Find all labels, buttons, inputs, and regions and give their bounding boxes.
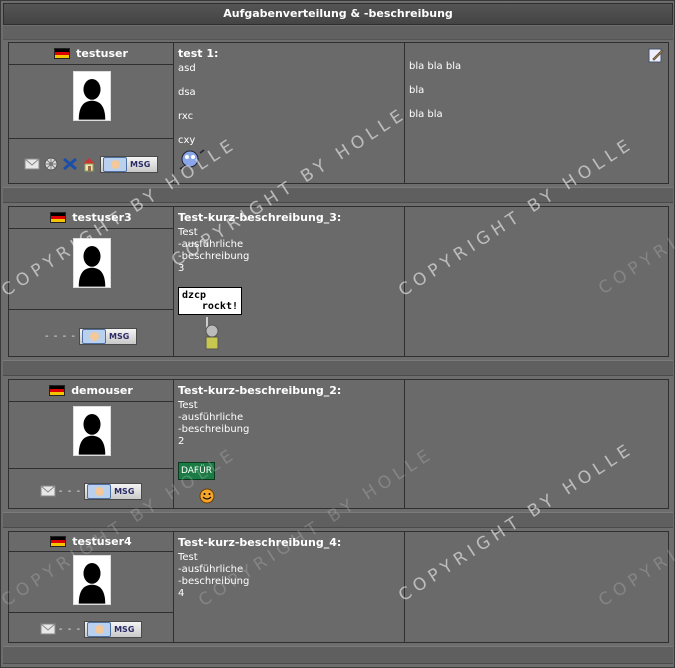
username[interactable]: testuser xyxy=(76,47,128,60)
task-title: test 1: xyxy=(178,47,219,60)
task-row-3: demouser - - - MSG Test-kurz-beschreibun… xyxy=(8,379,669,509)
user-cell: testuser3 - - - - MSG xyxy=(9,207,174,356)
extra-cell xyxy=(405,207,668,356)
user-header: demouser xyxy=(9,380,173,402)
task-line: Test xyxy=(178,552,198,563)
user-header: testuser3 xyxy=(9,207,173,229)
dafuer-sign-smiley: DAFÜR xyxy=(178,462,215,480)
task-line: 2 xyxy=(178,436,185,447)
msg-avatar-icon xyxy=(87,483,112,499)
description-cell: Test-kurz-beschreibung_3: Test -ausführl… xyxy=(174,207,405,356)
msg-button[interactable]: MSG xyxy=(84,482,143,500)
german-flag-icon xyxy=(50,536,67,547)
task-line: rxc xyxy=(178,111,194,122)
task-title: Test-kurz-beschreibung_4: xyxy=(178,536,342,549)
home-icon[interactable] xyxy=(81,156,97,172)
footer-bar xyxy=(3,646,673,664)
msg-avatar-icon xyxy=(87,621,112,637)
username[interactable]: testuser3 xyxy=(72,211,131,224)
task-line: -beschreibung xyxy=(178,576,250,587)
page-title: Aufgabenverteilung & -beschreibung xyxy=(3,3,673,25)
msg-button[interactable]: MSG xyxy=(84,620,143,638)
title-gap xyxy=(3,26,673,40)
german-flag-icon xyxy=(50,212,67,223)
no-contact-placeholder: - - - - xyxy=(45,330,76,342)
msg-button[interactable]: MSG xyxy=(100,155,158,173)
task-line: -ausführliche xyxy=(178,239,244,250)
row-separator xyxy=(3,360,673,376)
extra-line: bla bla xyxy=(409,109,443,120)
description-cell: Test-kurz-beschreibung_4: Test -ausführl… xyxy=(174,532,405,642)
contact-icons: MSG xyxy=(9,153,173,175)
user-header: testuser4 xyxy=(9,532,173,552)
no-contact-placeholder: - - - xyxy=(58,623,82,635)
main-frame: Aufgabenverteilung & -beschreibung testu… xyxy=(0,0,675,668)
no-contact-placeholder: - - - xyxy=(58,485,82,497)
avatar[interactable] xyxy=(73,555,111,605)
avatar-area xyxy=(9,66,173,139)
avatar-area xyxy=(9,403,173,469)
task-line: dsa xyxy=(178,87,196,98)
icq-icon[interactable] xyxy=(43,156,59,172)
task-line: -beschreibung xyxy=(178,424,250,435)
task-row-1: testuser MSG test 1: asd dsa rxc cxy bla… xyxy=(8,42,669,184)
contact-icons: - - - MSG xyxy=(9,618,173,640)
task-line: 3 xyxy=(178,263,185,274)
user-header: testuser xyxy=(9,43,173,65)
msg-button[interactable]: MSG xyxy=(78,327,137,345)
extra-cell xyxy=(405,380,668,508)
task-line: -ausführliche xyxy=(178,564,244,575)
user-cell: testuser MSG xyxy=(9,43,174,183)
contact-icons: - - - MSG xyxy=(9,480,173,502)
contact-icons: - - - - MSG xyxy=(9,325,173,347)
task-line: Test xyxy=(178,227,198,238)
task-line: -ausführliche xyxy=(178,412,244,423)
task-title: Test-kurz-beschreibung_2: xyxy=(178,384,342,397)
task-line: asd xyxy=(178,63,196,74)
envelope-icon[interactable] xyxy=(24,156,40,172)
extra-cell xyxy=(405,532,668,642)
username[interactable]: testuser4 xyxy=(72,535,131,548)
avatar-area xyxy=(9,230,173,310)
extra-line: bla bla bla xyxy=(409,61,462,72)
avatar-area xyxy=(9,553,173,613)
avatar[interactable] xyxy=(73,71,111,121)
german-flag-icon xyxy=(49,385,66,396)
task-line: cxy xyxy=(178,135,196,146)
username[interactable]: demouser xyxy=(71,384,133,397)
description-cell: Test-kurz-beschreibung_2: Test -ausführl… xyxy=(174,380,405,508)
user-cell: demouser - - - MSG xyxy=(9,380,174,508)
sign-holder-icon xyxy=(199,488,215,504)
sign-holder-icon xyxy=(205,317,219,350)
row-separator xyxy=(3,512,673,528)
avatar[interactable] xyxy=(73,238,111,288)
task-line: 4 xyxy=(178,588,185,599)
msn-icon[interactable] xyxy=(62,156,78,172)
smiley-icon xyxy=(179,149,205,170)
row-separator xyxy=(3,187,673,203)
task-title: Test-kurz-beschreibung_3: xyxy=(178,211,342,224)
task-row-4: testuser4 - - - MSG Test-kurz-beschreibu… xyxy=(8,531,669,643)
msg-avatar-icon xyxy=(81,328,106,344)
task-line: -beschreibung xyxy=(178,251,250,262)
german-flag-icon xyxy=(54,48,71,59)
extra-cell: bla bla bla bla bla bla xyxy=(405,43,668,183)
description-cell: test 1: asd dsa rxc cxy xyxy=(174,43,405,183)
envelope-icon[interactable] xyxy=(40,621,56,637)
extra-line: bla xyxy=(409,85,425,96)
task-row-2: testuser3 - - - - MSG Test-kurz-beschrei… xyxy=(8,206,669,357)
edit-icon[interactable] xyxy=(648,47,664,63)
msg-avatar-icon xyxy=(103,156,127,172)
task-line: Test xyxy=(178,400,198,411)
dzcp-sign-smiley: dzcp rockt! xyxy=(178,287,242,315)
user-cell: testuser4 - - - MSG xyxy=(9,532,174,642)
envelope-icon[interactable] xyxy=(40,483,56,499)
avatar[interactable] xyxy=(73,406,111,456)
